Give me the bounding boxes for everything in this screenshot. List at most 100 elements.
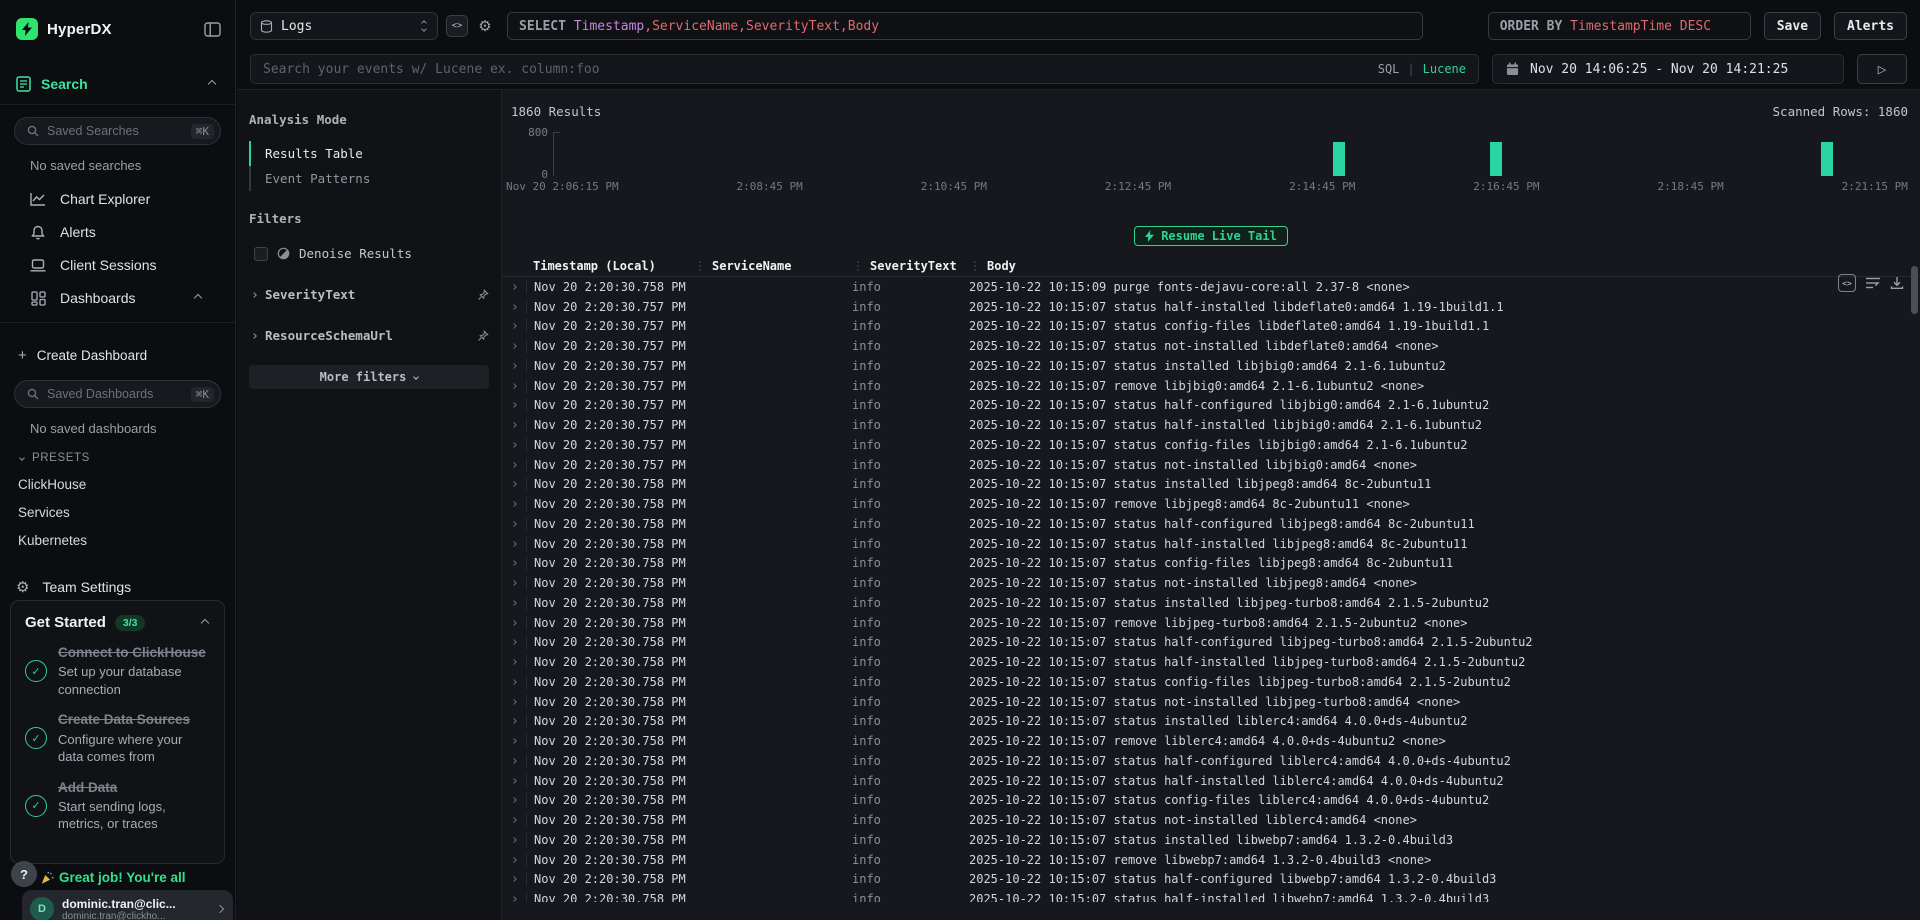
log-row[interactable]: Nov 20 2:20:30.757 PM info 2025-10-22 10… <box>502 356 1920 376</box>
expand-row-icon[interactable] <box>502 542 526 546</box>
log-row[interactable]: Nov 20 2:20:30.758 PM info 2025-10-22 10… <box>502 672 1920 692</box>
results-histogram[interactable]: 800 0 <box>553 132 1908 176</box>
source-select[interactable]: Logs <box>250 12 438 40</box>
expand-row-icon[interactable] <box>502 759 526 763</box>
saved-dashboards-input[interactable]: Saved Dashboards ⌘K <box>14 380 221 408</box>
log-row[interactable]: Nov 20 2:20:30.757 PM info 2025-10-22 10… <box>502 455 1920 475</box>
event-search-input[interactable]: Search your events w/ Lucene ex. column:… <box>250 54 1479 84</box>
preset-clickhouse[interactable]: ClickHouse <box>18 477 221 492</box>
expand-row-icon[interactable] <box>502 403 526 407</box>
expand-row-icon[interactable] <box>502 561 526 565</box>
chevron-up-icon[interactable] <box>208 80 216 88</box>
log-row[interactable]: Nov 20 2:20:30.757 PM info 2025-10-22 10… <box>502 336 1920 356</box>
log-row[interactable]: Nov 20 2:20:30.758 PM info 2025-10-22 10… <box>502 494 1920 514</box>
expand-row-icon[interactable] <box>502 818 526 822</box>
expand-row-icon[interactable] <box>502 798 526 802</box>
log-row[interactable]: Nov 20 2:20:30.758 PM info 2025-10-22 10… <box>502 613 1920 633</box>
log-row[interactable]: Nov 20 2:20:30.758 PM info 2025-10-22 10… <box>502 889 1920 902</box>
log-row[interactable]: Nov 20 2:20:30.758 PM info 2025-10-22 10… <box>502 593 1920 613</box>
expand-row-icon[interactable] <box>502 858 526 862</box>
expand-row-icon[interactable] <box>502 344 526 348</box>
expand-row-icon[interactable] <box>502 621 526 625</box>
log-row[interactable]: Nov 20 2:20:30.758 PM info 2025-10-22 10… <box>502 633 1920 653</box>
log-row[interactable]: Nov 20 2:20:30.758 PM info 2025-10-22 10… <box>502 514 1920 534</box>
create-dashboard-button[interactable]: + Create Dashboard <box>18 347 221 364</box>
column-severitytext[interactable]: SeverityText <box>870 259 957 273</box>
column-body[interactable]: Body <box>987 259 1016 273</box>
log-row[interactable]: Nov 20 2:20:30.758 PM info 2025-10-22 10… <box>502 554 1920 574</box>
expand-row-icon[interactable] <box>502 877 526 881</box>
column-servicename[interactable]: ServiceName <box>712 259 791 273</box>
log-row[interactable]: Nov 20 2:20:30.757 PM info 2025-10-22 10… <box>502 435 1920 455</box>
alerts-button[interactable]: Alerts <box>1834 12 1907 40</box>
log-row[interactable]: Nov 20 2:20:30.758 PM info 2025-10-22 10… <box>502 712 1920 732</box>
expand-row-icon[interactable] <box>502 581 526 585</box>
log-row[interactable]: Nov 20 2:20:30.758 PM info 2025-10-22 10… <box>502 692 1920 712</box>
save-button[interactable]: Save <box>1764 12 1821 40</box>
expand-row-icon[interactable] <box>502 463 526 467</box>
user-menu[interactable]: D dominic.tran@clic... dominic.tran@clic… <box>22 890 233 920</box>
saved-searches-input[interactable]: Saved Searches ⌘K <box>14 117 221 145</box>
log-row[interactable]: Nov 20 2:20:30.758 PM info 2025-10-22 10… <box>502 870 1920 890</box>
expand-row-icon[interactable] <box>502 384 526 388</box>
sidebar-item-dashboards[interactable]: Dashboards <box>14 289 221 307</box>
denoise-results-row[interactable]: Denoise Results <box>254 246 489 261</box>
chart-bar[interactable] <box>1333 142 1345 176</box>
expand-row-icon[interactable] <box>502 739 526 743</box>
log-row[interactable]: Nov 20 2:20:30.758 PM info 2025-10-22 10… <box>502 810 1920 830</box>
denoise-checkbox[interactable] <box>254 247 268 261</box>
expand-row-icon[interactable] <box>502 660 526 664</box>
sidebar-item-alerts[interactable]: Alerts <box>14 223 221 241</box>
log-row[interactable]: Nov 20 2:20:30.758 PM info 2025-10-22 10… <box>502 652 1920 672</box>
presets-header[interactable]: PRESETS <box>20 452 221 464</box>
expand-row-icon[interactable] <box>502 838 526 842</box>
expand-row-icon[interactable] <box>502 502 526 506</box>
scrollbar-thumb[interactable] <box>1911 266 1918 314</box>
chart-bar[interactable] <box>1821 142 1833 176</box>
log-row[interactable]: Nov 20 2:20:30.758 PM info 2025-10-22 10… <box>502 850 1920 870</box>
log-row[interactable]: Nov 20 2:20:30.758 PM info 2025-10-22 10… <box>502 751 1920 771</box>
log-row[interactable]: Nov 20 2:20:30.758 PM info 2025-10-22 10… <box>502 475 1920 495</box>
column-timestamp[interactable]: Timestamp (Local) <box>526 259 694 273</box>
edit-source-button[interactable]: <> <box>446 15 468 37</box>
chevron-up-icon[interactable] <box>201 618 209 626</box>
more-filters-button[interactable]: More filters <box>249 365 489 389</box>
sql-mode-toggle[interactable]: SQL <box>1378 62 1400 76</box>
collapse-sidebar-icon[interactable] <box>204 22 221 37</box>
task-create-data-sources[interactable]: ✓ Create Data Sources Configure where yo… <box>25 711 210 765</box>
task-connect-clickhouse[interactable]: ✓ Connect to ClickHouse Set up your data… <box>25 644 210 698</box>
log-row[interactable]: Nov 20 2:20:30.757 PM info 2025-10-22 10… <box>502 297 1920 317</box>
help-button[interactable]: ? <box>11 861 37 887</box>
log-row[interactable]: Nov 20 2:20:30.758 PM info 2025-10-22 10… <box>502 573 1920 593</box>
log-row[interactable]: Nov 20 2:20:30.757 PM info 2025-10-22 10… <box>502 317 1920 337</box>
sidebar-item-team-settings[interactable]: ⚙ Team Settings <box>16 578 235 596</box>
mode-event-patterns[interactable]: Event Patterns <box>249 166 489 191</box>
log-row[interactable]: Nov 20 2:20:30.757 PM info 2025-10-22 10… <box>502 415 1920 435</box>
sidebar-item-chart-explorer[interactable]: Chart Explorer <box>14 190 221 208</box>
orderby-input[interactable]: ORDER BY TimestampTime DESC <box>1488 12 1751 40</box>
json-view-icon[interactable]: <> <box>1838 274 1856 292</box>
search-section-header[interactable]: Search <box>0 76 235 92</box>
resume-live-tail-button[interactable]: Resume Live Tail <box>1134 226 1288 246</box>
date-range-picker[interactable]: Nov 20 14:06:25 - Nov 20 14:21:25 <box>1492 54 1844 84</box>
filter-group-severitytext[interactable]: SeverityText <box>252 287 489 302</box>
log-row[interactable]: Nov 20 2:20:30.757 PM info 2025-10-22 10… <box>502 376 1920 396</box>
get-started-header[interactable]: Get Started 3/3 <box>25 614 210 631</box>
task-add-data[interactable]: ✓ Add Data Start sending logs, metrics, … <box>25 779 210 833</box>
filter-group-resourceschemaurl[interactable]: ResourceSchemaUrl <box>252 328 489 343</box>
expand-row-icon[interactable] <box>502 324 526 328</box>
expand-row-icon[interactable] <box>502 443 526 447</box>
preset-kubernetes[interactable]: Kubernetes <box>18 533 221 548</box>
expand-row-icon[interactable] <box>502 364 526 368</box>
expand-row-icon[interactable] <box>502 680 526 684</box>
expand-row-icon[interactable] <box>502 640 526 644</box>
chevron-up-icon[interactable] <box>194 294 202 302</box>
run-query-button[interactable]: ▷ <box>1857 54 1907 84</box>
expand-row-icon[interactable] <box>502 779 526 783</box>
expand-row-icon[interactable] <box>502 897 526 901</box>
expand-row-icon[interactable] <box>502 305 526 309</box>
expand-row-icon[interactable] <box>502 482 526 486</box>
log-row[interactable]: Nov 20 2:20:30.758 PM info 2025-10-22 10… <box>502 731 1920 751</box>
select-columns-input[interactable]: SELECT Timestamp,ServiceName,SeverityTex… <box>507 12 1423 40</box>
wrap-lines-icon[interactable] <box>1865 276 1881 290</box>
